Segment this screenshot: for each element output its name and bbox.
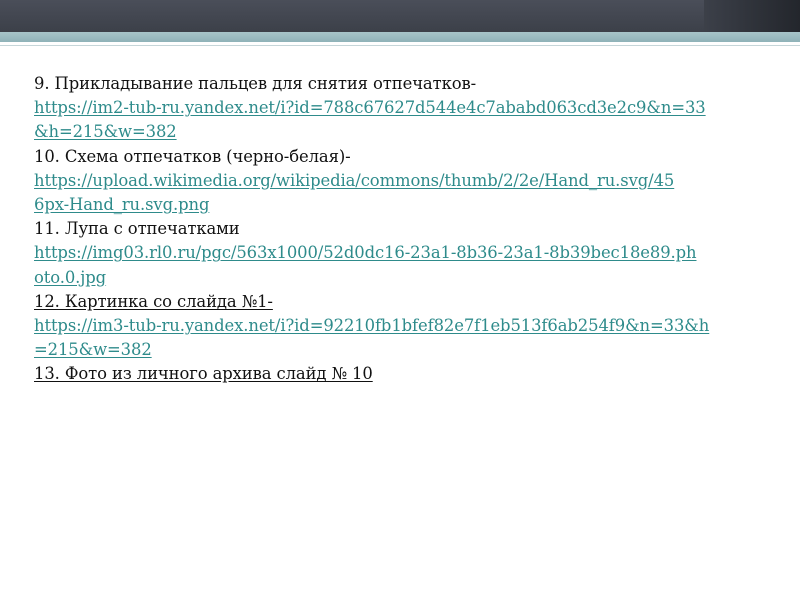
reference-link-9[interactable]: https://im2-tub-ru.yandex.net/i?id=788c6…	[34, 96, 769, 120]
reference-label-12[interactable]: 12. Картинка со слайда №1-	[34, 290, 769, 314]
reference-link-11[interactable]: https://img03.rl0.ru/pgc/563x1000/52d0dc…	[34, 241, 769, 265]
reference-list: 9. Прикладывание пальцев для снятия отпе…	[34, 72, 769, 387]
reference-link-10[interactable]: https://upload.wikimedia.org/wikipedia/c…	[34, 169, 769, 193]
reference-label-9: 9. Прикладывание пальцев для снятия отпе…	[34, 74, 477, 93]
reference-label-10: 10. Схема отпечатков (черно-белая)-	[34, 146, 351, 166]
slide-header-accent	[704, 0, 800, 32]
reference-label-13[interactable]: 13. Фото из личного архива слайд № 10	[34, 362, 769, 386]
reference-link-9-cont[interactable]: &h=215&w=382	[34, 120, 769, 144]
slide-header-band	[0, 0, 800, 32]
reference-link-12[interactable]: https://im3-tub-ru.yandex.net/i?id=92210…	[34, 314, 769, 338]
reference-link-11-cont[interactable]: oto.0.jpg	[34, 266, 769, 290]
reference-link-12-cont[interactable]: =215&w=382	[34, 338, 769, 362]
slide-header-divider	[0, 45, 800, 46]
reference-label-11: 11. Лупа с отпечатками	[34, 219, 240, 239]
reference-link-10-cont[interactable]: 6px-Hand_ru.svg.png	[34, 193, 769, 217]
slide-header-teal-stripe	[0, 32, 800, 42]
